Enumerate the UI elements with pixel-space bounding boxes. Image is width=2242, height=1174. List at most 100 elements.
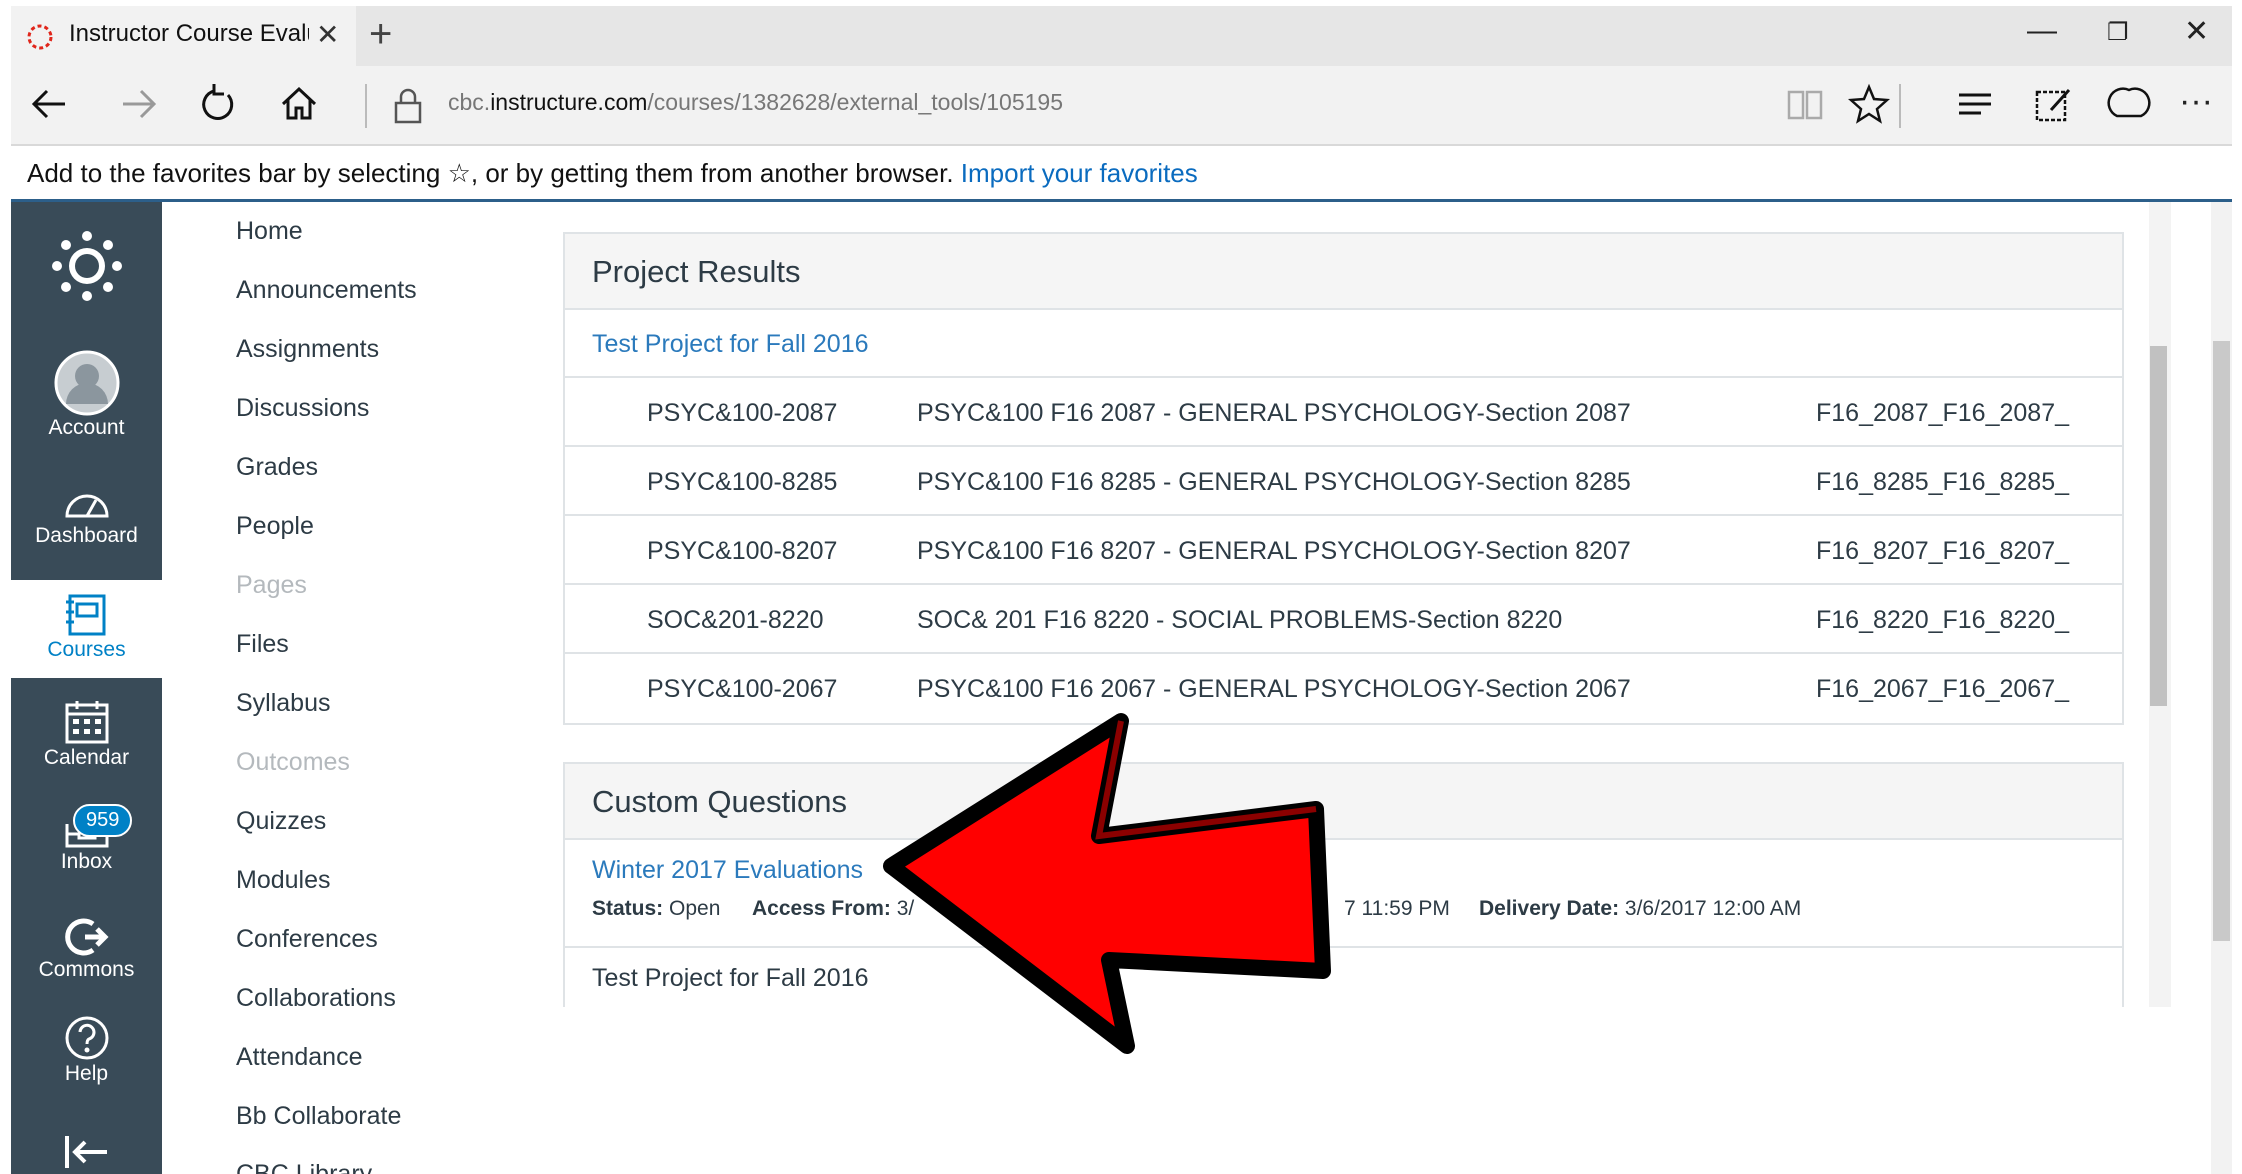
status-value: Open — [669, 897, 721, 920]
course-id: F16_8207_F16_8207_ — [1816, 537, 2070, 565]
project-link-text[interactable]: Test Project for Fall 2016 — [592, 330, 869, 358]
url-path: /courses/1382628/external_tools/105195 — [647, 89, 1063, 115]
inbox-badge: 959 — [73, 804, 133, 837]
course-nav-grades[interactable]: Grades — [236, 453, 318, 482]
course-nav-cbc-library[interactable]: CBC Library — [236, 1160, 372, 1174]
global-nav-courses[interactable]: Courses — [11, 580, 162, 678]
commons-icon — [64, 918, 109, 956]
calendar-icon — [65, 701, 108, 744]
course-name: PSYC&100 F16 2067 - GENERAL PSYCHOLOGY-S… — [917, 675, 1631, 703]
course-nav-people[interactable]: People — [236, 512, 314, 541]
help-icon — [65, 1016, 108, 1060]
course-nav-outcomes[interactable]: Outcomes — [236, 748, 350, 777]
global-nav-calendar[interactable]: Calendar — [11, 698, 162, 770]
canvas-logo-icon[interactable] — [51, 230, 123, 302]
course-code: PSYC&100-8207 — [647, 537, 838, 565]
restore-icon[interactable]: ❐ — [2107, 18, 2129, 47]
browser-window: Instructor Course Evalua ✕ + — ❐ ✕ cbc.i… — [11, 6, 2232, 1174]
favorite-star-icon[interactable] — [1845, 80, 1893, 128]
hub-icon[interactable] — [1951, 80, 1999, 128]
more-icon[interactable]: ··· — [2179, 82, 2213, 121]
course-nav-syllabus[interactable]: Syllabus — [236, 689, 331, 718]
course-id: F16_8220_F16_8220_ — [1816, 606, 2070, 634]
global-nav: Account Dashboard Courses Calendar 959 I… — [11, 202, 162, 1174]
custom-questions-panel: Custom Questions Winter 2017 Evaluations… — [563, 762, 2124, 1007]
global-nav-label: Dashboard — [35, 524, 138, 547]
course-nav-announcements[interactable]: Announcements — [236, 276, 417, 305]
course-nav-assignments[interactable]: Assignments — [236, 335, 379, 364]
tab-title: Instructor Course Evalua — [69, 20, 309, 47]
course-code: PSYC&100-2067 — [647, 675, 838, 703]
global-nav-label: Account — [48, 416, 125, 439]
course-nav-home[interactable]: Home — [236, 217, 303, 246]
course-nav: Home Announcements Assignments Discussio… — [162, 202, 532, 1174]
course-name: SOC& 201 F16 8220 - SOCIAL PROBLEMS-Sect… — [917, 606, 1563, 634]
course-nav-collaborations[interactable]: Collaborations — [236, 984, 396, 1013]
winter-evaluations-link[interactable]: Winter 2017 Evaluations — [592, 856, 2095, 885]
new-tab-icon[interactable]: + — [369, 12, 392, 57]
red-arrow-annotation — [883, 713, 1331, 1054]
course-nav-attendance[interactable]: Attendance — [236, 1043, 363, 1072]
global-nav-help[interactable]: Help — [11, 1014, 162, 1086]
course-id: F16_2087_F16_2087_ — [1816, 399, 2070, 427]
course-nav-conferences[interactable]: Conferences — [236, 925, 378, 954]
browser-tab[interactable]: Instructor Course Evalua ✕ — [11, 6, 356, 66]
global-nav-label: Courses — [47, 638, 126, 661]
dashboard-icon — [64, 494, 109, 518]
global-nav-dashboard[interactable]: Dashboard — [11, 484, 162, 548]
global-nav-inbox[interactable]: 959 Inbox — [11, 804, 162, 874]
minimize-icon[interactable]: — — [2027, 14, 2057, 48]
page-scrollbar-thumb[interactable] — [2213, 341, 2230, 941]
inner-scrollbar-thumb[interactable] — [2150, 346, 2167, 706]
course-name: PSYC&100 F16 8285 - GENERAL PSYCHOLOGY-S… — [917, 468, 1631, 496]
course-nav-pages[interactable]: Pages — [236, 571, 307, 600]
course-nav-files[interactable]: Files — [236, 630, 289, 659]
global-nav-label: Calendar — [43, 746, 130, 769]
close-tab-icon[interactable]: ✕ — [316, 18, 339, 51]
import-favorites-link[interactable]: Import your favorites — [961, 158, 1198, 188]
main-content: Project Results Test Project for Fall 20… — [541, 202, 2181, 1007]
forward-icon[interactable] — [115, 80, 163, 128]
project-link[interactable]: Test Project for Fall 2016 — [565, 310, 2122, 378]
access-end: 7 11:59 PM — [1344, 897, 1450, 920]
global-nav-commons[interactable]: Commons — [11, 916, 162, 982]
course-code: PSYC&100-8285 — [647, 468, 838, 496]
share-icon[interactable] — [2105, 80, 2153, 128]
favorites-bar: Add to the favorites bar by selecting ☆,… — [11, 146, 2232, 202]
courses-icon — [65, 594, 105, 636]
url-field[interactable]: cbc.instructure.com/courses/1382628/exte… — [448, 89, 1063, 116]
course-nav-bb-collaborate[interactable]: Bb Collaborate — [236, 1102, 401, 1131]
evaluation-item: Winter 2017 Evaluations Status: Open Acc… — [565, 840, 2122, 948]
status-label: Status: — [592, 897, 664, 920]
refresh-icon[interactable] — [194, 80, 242, 128]
global-nav-label: Commons — [38, 958, 135, 981]
course-nav-quizzes[interactable]: Quizzes — [236, 807, 326, 836]
table-row: PSYC&100-2067 PSYC&100 F16 2067 - GENERAL… — [565, 654, 2122, 723]
url-prefix: cbc. — [448, 89, 491, 115]
global-nav-account[interactable]: Account — [11, 350, 162, 440]
course-id: F16_2067_F16_2067_ — [1816, 675, 2070, 703]
second-project-item[interactable]: Test Project for Fall 2016 — [565, 948, 2122, 1007]
lock-icon — [394, 88, 422, 124]
course-nav-modules[interactable]: Modules — [236, 866, 331, 895]
web-note-icon[interactable] — [2029, 80, 2077, 128]
global-nav-label: Inbox — [60, 850, 113, 873]
toolbar-separator — [1899, 84, 1901, 128]
project-results-panel: Project Results Test Project for Fall 20… — [563, 232, 2124, 725]
back-icon[interactable] — [25, 80, 73, 128]
canvas-logo-icon — [27, 24, 53, 50]
course-nav-discussions[interactable]: Discussions — [236, 394, 369, 423]
table-row: SOC&201-8220 SOC& 201 F16 8220 - SOCIAL P… — [565, 585, 2122, 654]
table-row: PSYC&100-2087 PSYC&100 F16 2087 - GENERAL… — [565, 378, 2122, 447]
account-icon — [54, 350, 119, 416]
course-name: PSYC&100 F16 8207 - GENERAL PSYCHOLOGY-S… — [917, 537, 1631, 565]
custom-questions-title: Custom Questions — [565, 764, 2122, 840]
close-window-icon[interactable]: ✕ — [2184, 14, 2209, 49]
address-bar: cbc.instructure.com/courses/1382628/exte… — [11, 66, 2232, 146]
collapse-nav-icon[interactable] — [63, 1134, 111, 1170]
tab-bar: Instructor Course Evalua ✕ + — ❐ ✕ — [11, 6, 2232, 66]
reading-view-icon[interactable] — [1781, 80, 1829, 128]
home-icon[interactable] — [275, 80, 323, 128]
table-row: PSYC&100-8207 PSYC&100 F16 8207 - GENERAL… — [565, 516, 2122, 585]
address-separator — [365, 84, 367, 128]
